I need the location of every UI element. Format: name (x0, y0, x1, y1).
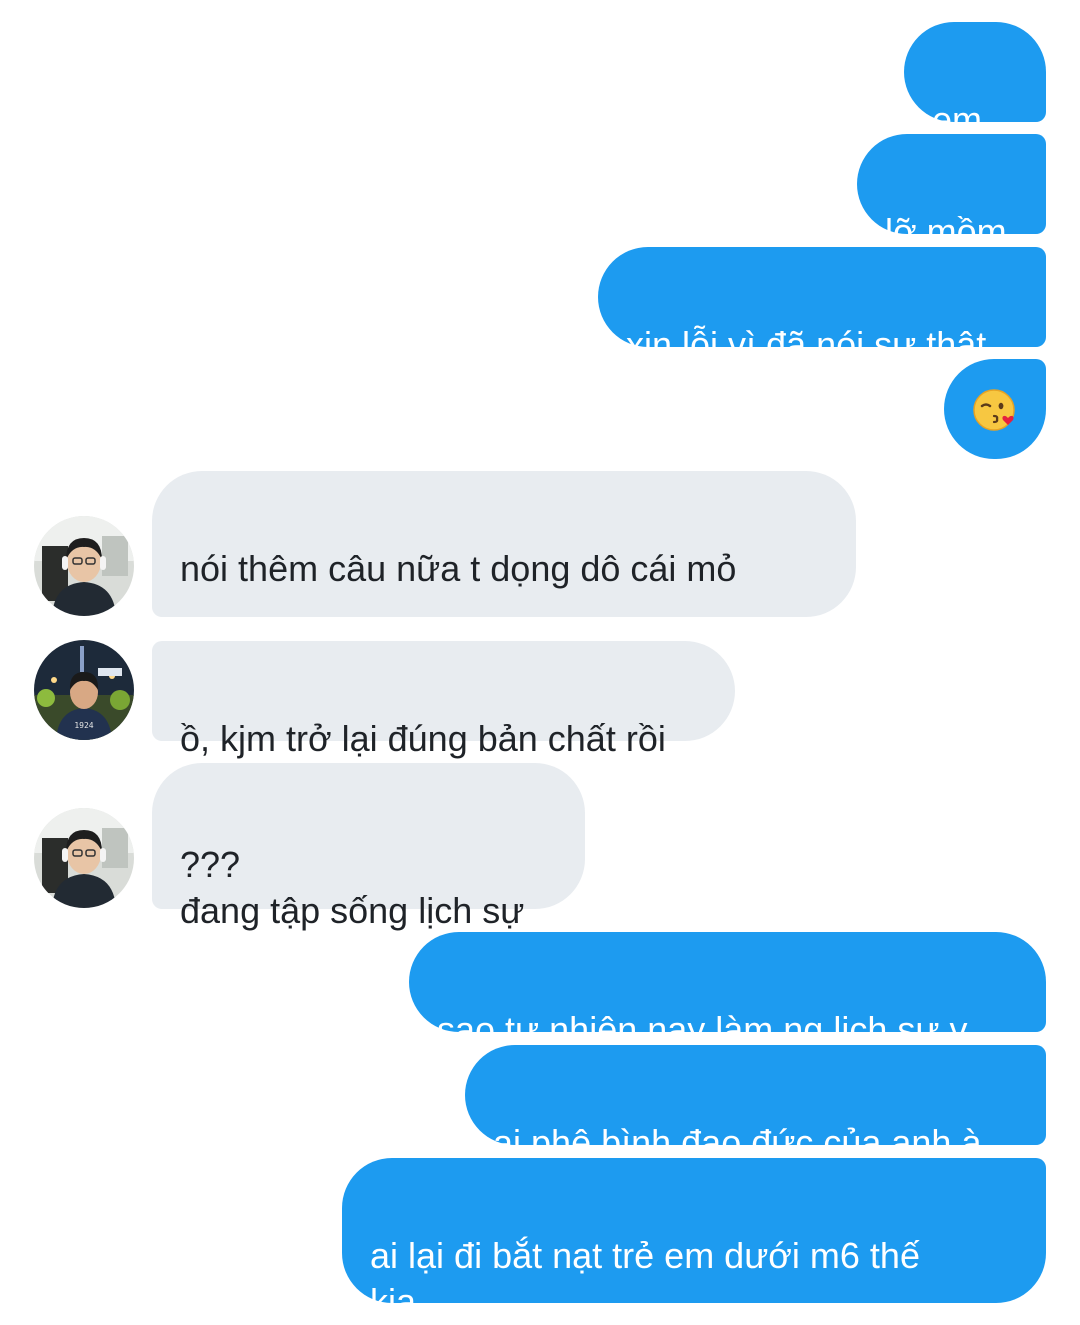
message-bubble-incoming[interactable]: nói thêm câu nữa t dọng dô cái mỏ m (152, 471, 856, 727)
user-avatar-headphones (34, 516, 134, 616)
message-text: ai lại đi bắt nạt trẻ em dưới m6 thế kia (370, 1235, 920, 1322)
message-bubble-outgoing[interactable] (944, 359, 1046, 459)
message-bubble-incoming[interactable]: ồ, kjm trở lại đúng bản chất rồi (152, 641, 735, 759)
message-text: ồ, kjm trở lại đúng bản chất rồi (180, 718, 666, 759)
message-bubble-outgoing[interactable]: lỡ mồm (857, 134, 1046, 252)
message-bubble-outgoing[interactable]: em... (904, 22, 1046, 140)
message-text: nói thêm câu nữa t dọng dô cái mỏ (180, 548, 737, 589)
user-avatar-night: 1924 (34, 640, 134, 740)
message-bubble-outgoing[interactable]: ai lại đi bắt nạt trẻ em dưới m6 thế kia (342, 1158, 1046, 1322)
kissing-face-wink-heart-emoji (973, 389, 1015, 431)
user-avatar[interactable] (34, 808, 134, 908)
message-bubble-outgoing[interactable]: ai phê bình đạo đức của anh à (465, 1045, 1046, 1163)
message-text: lỡ mồm (885, 211, 1007, 252)
message-text: xin lỗi vì đã nói sự thật (626, 324, 987, 365)
message-text: ??? đang tập sống lịch sự (180, 844, 525, 931)
user-avatar[interactable]: 1924 (34, 640, 134, 740)
shirt-print: 1924 (74, 721, 93, 730)
message-bubble-outgoing[interactable]: sao tự nhiên nay làm ng lịch sự v (409, 932, 1046, 1050)
message-bubble-outgoing[interactable]: xin lỗi vì đã nói sự thật (598, 247, 1046, 365)
user-avatar[interactable] (34, 516, 134, 616)
user-avatar-headphones (34, 808, 134, 908)
message-text: ai phê bình đạo đức của anh à (493, 1122, 982, 1163)
message-text: sao tự nhiên nay làm ng lịch sự v (437, 1009, 968, 1050)
message-bubble-incoming[interactable]: ??? đang tập sống lịch sự (152, 763, 585, 931)
